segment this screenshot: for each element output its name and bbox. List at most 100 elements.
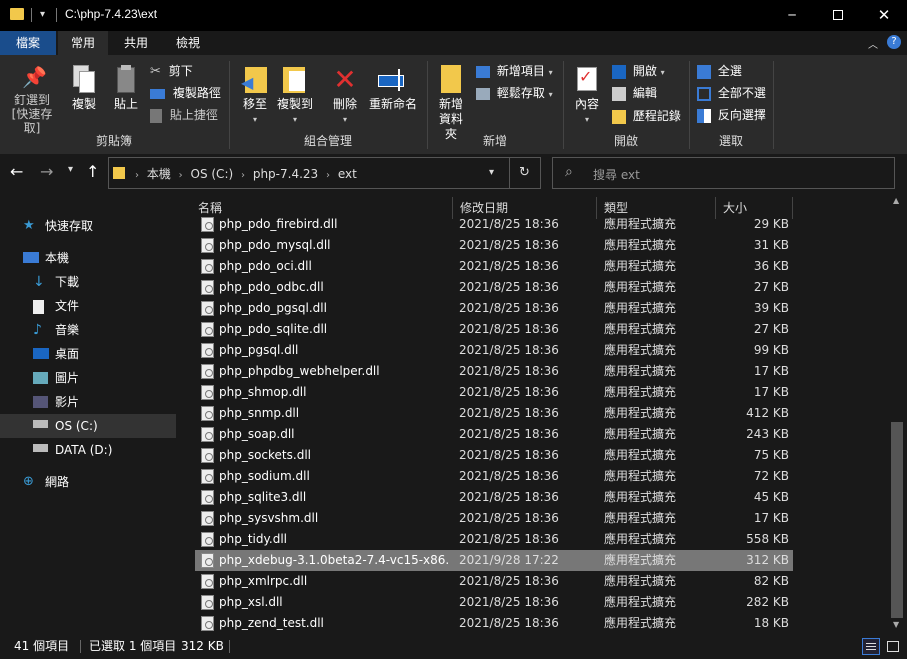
help-icon[interactable]: ? <box>887 35 901 49</box>
close-button[interactable]: ✕ <box>861 0 907 31</box>
file-row[interactable]: php_phpdbg_webhelper.dll 2021/8/25 18:36 應… <box>195 361 793 382</box>
file-row[interactable]: php_soap.dll 2021/8/25 18:36 應用程式擴充 243 KB <box>195 424 793 445</box>
forward-button[interactable]: → <box>40 162 53 181</box>
delete-button[interactable]: ✕ 刪除 ▾ <box>326 65 364 127</box>
collapse-ribbon-icon[interactable]: ︿ <box>868 36 878 51</box>
select-none-button[interactable]: 全部不選 <box>697 83 766 103</box>
file-row[interactable]: php_pdo_sqlite.dll 2021/8/25 18:36 應用程式擴充 2… <box>195 319 793 340</box>
details-view-button[interactable] <box>862 638 880 655</box>
file-name: php_phpdbg_webhelper.dll <box>219 364 380 378</box>
address-bar[interactable]: › 本機 › OS (C:) › php-7.4.23 › ext ▾ ↻ <box>108 157 541 189</box>
tab-view[interactable]: 檢視 <box>164 31 212 55</box>
copy-to-button[interactable]: 複製到 ▾ <box>274 65 316 127</box>
nav-item[interactable]: 桌面 <box>0 342 176 366</box>
file-row[interactable]: php_xmlrpc.dll 2021/8/25 18:36 應用程式擴充 82 KB <box>195 571 793 592</box>
history-button[interactable]: 歷程記錄 <box>612 106 681 126</box>
file-date: 2021/8/25 18:36 <box>459 490 559 504</box>
move-to-button[interactable]: ◀ 移至 ▾ <box>236 65 274 127</box>
file-row[interactable]: php_pdo_firebird.dll 2021/8/25 18:36 應用程式擴… <box>195 214 793 235</box>
paste-button[interactable]: 貼上 <box>106 65 146 112</box>
nav-item[interactable]: 圖片 <box>0 366 176 390</box>
easy-access-button[interactable]: 輕鬆存取 ▾ <box>476 83 553 103</box>
nav-item[interactable]: ★ 快速存取 <box>0 214 176 238</box>
move-to-icon: ◀ <box>241 65 269 95</box>
file-row[interactable]: php_zend_test.dll 2021/8/25 18:36 應用程式擴充 18… <box>195 613 793 634</box>
tab-file[interactable]: 檔案 <box>0 31 56 55</box>
tab-share[interactable]: 共用 <box>112 31 160 55</box>
pin-quick-access-button[interactable]: 📌 釘選到 [快速存取] <box>4 65 60 135</box>
invert-selection-button[interactable]: 反向選擇 <box>697 105 766 125</box>
file-date: 2021/8/25 18:36 <box>459 343 559 357</box>
file-type: 應用程式擴充 <box>604 259 677 273</box>
properties-button[interactable]: ✓ 內容 ▾ <box>568 65 606 127</box>
nav-item-label: 快速存取 <box>45 219 94 233</box>
nav-item[interactable]: 文件 <box>0 294 176 318</box>
nav-item-label: 圖片 <box>55 371 80 385</box>
file-row[interactable]: php_pdo_mysql.dll 2021/8/25 18:36 應用程式擴充 31… <box>195 235 793 256</box>
file-row[interactable]: php_pgsql.dll 2021/8/25 18:36 應用程式擴充 99 KB <box>195 340 793 361</box>
copy-path-button[interactable]: 複製路徑 <box>150 83 221 103</box>
edit-button[interactable]: 編輯 <box>612 83 657 103</box>
recent-locations-icon[interactable]: ▾ <box>68 164 73 175</box>
quick-access-dropdown-icon[interactable]: ▾ <box>40 9 45 20</box>
rename-button[interactable]: 重新命名 <box>366 65 420 112</box>
copy-button[interactable]: 複製 <box>64 65 104 112</box>
file-row[interactable]: php_shmop.dll 2021/8/25 18:36 應用程式擴充 17 KB <box>195 382 793 403</box>
scrollbar-thumb[interactable] <box>891 422 903 618</box>
large-icons-view-button[interactable] <box>884 638 902 655</box>
copy-icon <box>71 65 97 95</box>
file-row[interactable]: php_pdo_pgsql.dll 2021/8/25 18:36 應用程式擴充 39… <box>195 298 793 319</box>
dll-file-icon <box>201 217 214 232</box>
nav-item[interactable]: 影片 <box>0 390 176 414</box>
file-type: 應用程式擴充 <box>604 364 677 378</box>
refresh-icon[interactable]: ↻ <box>519 165 530 180</box>
minimize-button[interactable]: ─ <box>769 0 815 31</box>
file-row[interactable]: php_pdo_oci.dll 2021/8/25 18:36 應用程式擴充 36 K… <box>195 256 793 277</box>
new-folder-button[interactable]: 新增資料夾 <box>431 65 471 142</box>
file-date: 2021/8/25 18:36 <box>459 385 559 399</box>
nav-item[interactable]: 本機 <box>0 246 176 270</box>
file-row[interactable]: php_snmp.dll 2021/8/25 18:36 應用程式擴充 412 KB <box>195 403 793 424</box>
nav-item[interactable]: ↓ 下載 <box>0 270 176 294</box>
dll-file-icon <box>201 553 214 568</box>
scroll-down-icon[interactable]: ▼ <box>893 620 899 629</box>
file-date: 2021/8/25 18:36 <box>459 322 559 336</box>
cut-button[interactable]: ✂ 剪下 <box>150 61 193 81</box>
new-item-button[interactable]: 新增項目 ▾ <box>476 61 553 81</box>
scroll-up-icon[interactable]: ▲ <box>893 196 899 205</box>
breadcrumb-ext[interactable]: ext <box>338 167 357 181</box>
nav-item[interactable]: OS (C:) <box>0 414 176 438</box>
nav-item[interactable]: ⊕ 網路 <box>0 470 176 494</box>
properties-icon: ✓ <box>575 65 599 95</box>
clipboard-icon <box>113 65 139 95</box>
up-button[interactable]: ↑ <box>86 162 99 181</box>
open-button[interactable]: 開啟 ▾ <box>612 61 665 81</box>
file-row[interactable]: php_xdebug-3.1.0beta2-7.4-vc15-x86... 202… <box>195 550 793 571</box>
breadcrumb-this-pc[interactable]: 本機 <box>147 167 171 181</box>
file-row[interactable]: php_sodium.dll 2021/8/25 18:36 應用程式擴充 72 KB <box>195 466 793 487</box>
file-row[interactable]: php_pdo_odbc.dll 2021/8/25 18:36 應用程式擴充 27 … <box>195 277 793 298</box>
maximize-button[interactable] <box>815 0 861 31</box>
vertical-scrollbar[interactable]: ▲ ▼ <box>887 192 907 634</box>
file-row[interactable]: php_sockets.dll 2021/8/25 18:36 應用程式擴充 75 K… <box>195 445 793 466</box>
paste-shortcut-button[interactable]: 貼上捷徑 <box>150 105 218 125</box>
dll-file-icon <box>201 574 214 589</box>
file-type: 應用程式擴充 <box>604 616 677 630</box>
breadcrumb-php[interactable]: php-7.4.23 <box>253 167 318 181</box>
file-row[interactable]: php_sysvshm.dll 2021/8/25 18:36 應用程式擴充 17 K… <box>195 508 793 529</box>
tab-home[interactable]: 常用 <box>58 31 108 55</box>
address-dropdown-icon[interactable]: ▾ <box>489 167 494 178</box>
file-row[interactable]: php_tidy.dll 2021/8/25 18:36 應用程式擴充 558 KB <box>195 529 793 550</box>
search-box[interactable]: ⌕ 搜尋 ext <box>552 157 895 189</box>
file-size: 17 KB <box>753 364 789 378</box>
back-button[interactable]: ← <box>10 162 23 181</box>
pictures-icon <box>33 372 48 384</box>
breadcrumb-os-c[interactable]: OS (C:) <box>191 167 234 181</box>
file-date: 2021/8/25 18:36 <box>459 595 559 609</box>
group-label-new: 新增 <box>482 134 507 148</box>
select-all-button[interactable]: 全選 <box>697 61 742 81</box>
nav-item[interactable]: ♪ 音樂 <box>0 318 176 342</box>
nav-item[interactable]: DATA (D:) <box>0 438 176 462</box>
file-row[interactable]: php_sqlite3.dll 2021/8/25 18:36 應用程式擴充 45 K… <box>195 487 793 508</box>
file-row[interactable]: php_xsl.dll 2021/8/25 18:36 應用程式擴充 282 KB <box>195 592 793 613</box>
